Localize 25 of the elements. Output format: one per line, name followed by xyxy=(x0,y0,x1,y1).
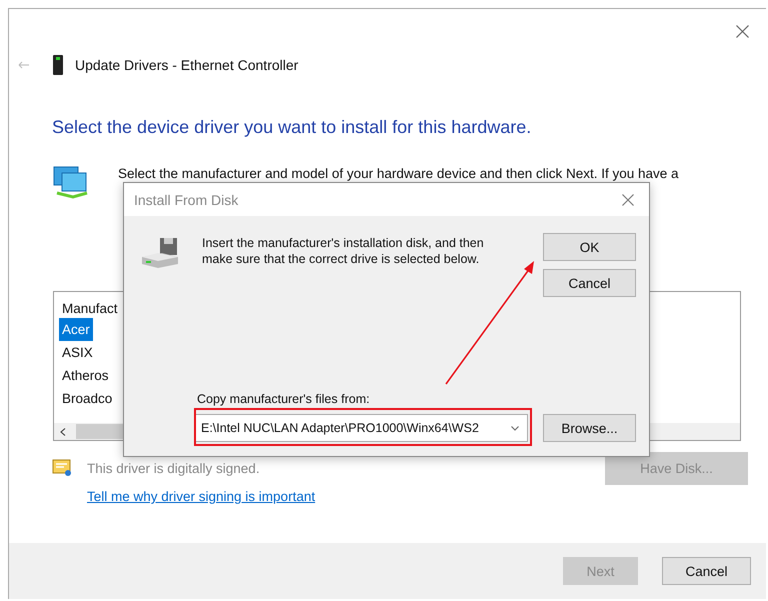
dialog-title: Install From Disk xyxy=(134,192,238,208)
dialog-message: Insert the manufacturer's installation disk, and then make sure that the correct drive is selected below. xyxy=(202,235,485,267)
list-item[interactable]: Acer xyxy=(59,318,93,341)
cancel-button[interactable]: Cancel xyxy=(662,557,751,585)
dropdown-caret-icon[interactable] xyxy=(511,426,519,430)
source-path-field[interactable]: E:\Intel NUC\LAN Adapter\PRO1000\Winx64\WS2 xyxy=(194,414,528,442)
list-item[interactable]: Atheros xyxy=(59,364,112,387)
list-item[interactable]: Broadco xyxy=(59,387,116,410)
network-adapter-icon xyxy=(53,165,89,199)
instruction-text: Select the manufacturer and model of your hardware device and then click Next. If you have a xyxy=(118,166,679,181)
list-item[interactable]: ASIX xyxy=(59,341,96,364)
page-heading: Select the device driver you want to install for this hardware. xyxy=(52,117,532,138)
window-title: Update Drivers - Ethernet Controller xyxy=(75,57,298,73)
ok-button[interactable]: OK xyxy=(543,233,636,261)
disk-drive-icon xyxy=(140,237,180,269)
close-icon[interactable] xyxy=(622,194,634,206)
close-icon[interactable] xyxy=(736,25,749,38)
signature-status: This driver is digitally signed. xyxy=(87,460,260,476)
certificate-icon xyxy=(52,459,72,477)
driver-signing-link[interactable]: Tell me why driver signing is important xyxy=(87,489,316,504)
scroll-left-icon[interactable] xyxy=(60,428,66,436)
source-label: Copy manufacturer's files from: xyxy=(197,392,371,406)
browse-button[interactable]: Browse... xyxy=(543,414,636,442)
device-icon xyxy=(53,55,63,75)
cancel-button[interactable]: Cancel xyxy=(543,269,636,297)
